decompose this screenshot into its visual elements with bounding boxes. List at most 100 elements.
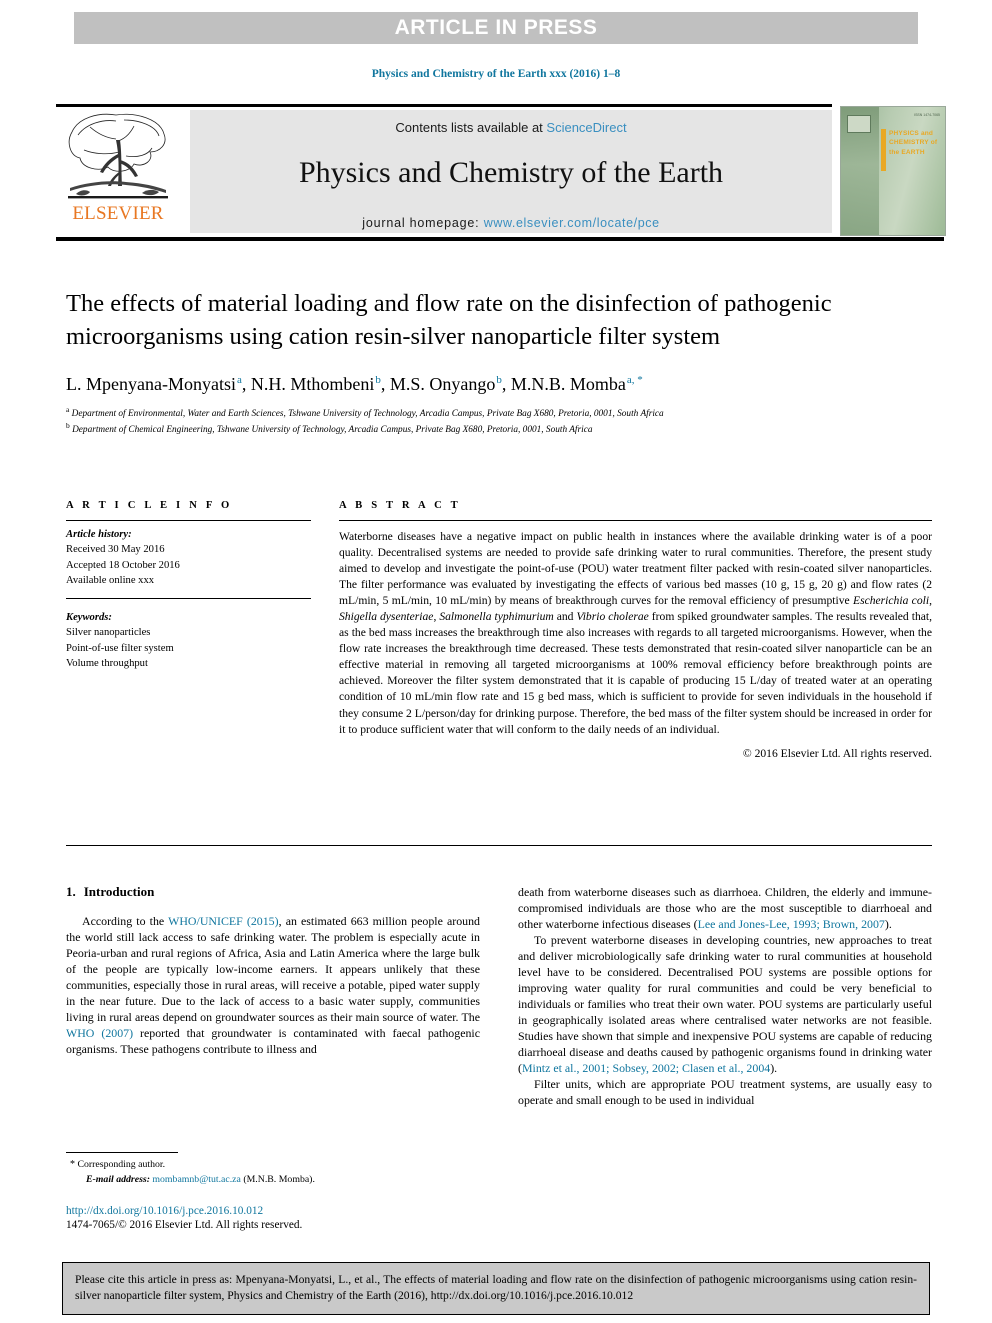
author-affil-mark: a, * [626, 374, 643, 387]
corresponding-author-email-link[interactable]: mombamnb@tut.ac.za [152, 1174, 240, 1185]
abstract-copyright: © 2016 Elsevier Ltd. All rights reserved… [742, 746, 932, 760]
author-name: M.N.B. Momba [510, 374, 626, 395]
author-affil-mark: b [375, 374, 381, 387]
author-affil-mark: a [236, 374, 242, 387]
keywords-label: Keywords: [66, 612, 112, 623]
introduction-number: 1. [66, 884, 76, 899]
abstract-part-2: from spiked groundwater samples. The res… [339, 610, 933, 736]
column-gap [311, 500, 339, 760]
footnote-rule [66, 1152, 178, 1153]
footnote-corresponding-line: * Corresponding author. [66, 1158, 480, 1173]
elsevier-tree-icon [68, 113, 168, 199]
affiliation-text: Department of Environmental, Water and E… [71, 408, 664, 419]
article-history-item: Accepted 18 October 2016 [66, 559, 180, 571]
elsevier-wordmark: ELSEVIER [72, 203, 164, 224]
body-column-left: 1. Introduction According to the WHO/UNIC… [66, 884, 480, 1108]
journal-cover-thumbnail: ISSN 1474-7065 PHYSICS and CHEMISTRY of … [840, 106, 946, 236]
affiliation-a: a Department of Environmental, Water and… [66, 405, 932, 421]
section-divider-rule [66, 845, 932, 846]
article-in-press-banner: ARTICLE IN PRESS [74, 12, 918, 44]
title-block: The effects of material loading and flow… [66, 288, 932, 437]
intro-paragraph-right-2: To prevent waterborne diseases in develo… [518, 932, 932, 1076]
body-columns: 1. Introduction According to the WHO/UNIC… [66, 884, 932, 1108]
citation-who-unicef-2015[interactable]: WHO/UNICEF (2015) [168, 914, 278, 928]
cover-accent-bar [881, 129, 886, 171]
intro-right-2-b: ). [770, 1061, 778, 1075]
citation-who-2007[interactable]: WHO (2007) [66, 1026, 133, 1040]
contents-prefix: Contents lists available at [395, 120, 547, 135]
intro-right-1-b: ). [884, 917, 892, 931]
article-page: ARTICLE IN PRESS Physics and Chemistry o… [0, 0, 992, 1323]
article-history-block: Article history: Received 30 May 2016 Ac… [66, 521, 311, 588]
intro-paragraph-left: According to the WHO/UNICEF (2015), an e… [66, 913, 480, 1057]
intro-left-part-a: According to the [82, 914, 169, 928]
author-name: N.H. Mthombeni [250, 374, 375, 395]
running-head: Physics and Chemistry of the Earth xxx (… [371, 68, 621, 80]
author-list: L. Mpenyana-Monyatsia, N.H. Mthombenib, … [66, 374, 643, 395]
elsevier-logo: ELSEVIER [58, 110, 178, 230]
footnote-email-line: E-mail address: mombamnb@tut.ac.za (M.N.… [66, 1173, 480, 1187]
affiliation-mark: b [66, 420, 70, 430]
cite-this-article-box: Please cite this article in press as: Mp… [62, 1262, 930, 1315]
intro-right-2-a: To prevent waterborne diseases in develo… [518, 933, 932, 1075]
journal-masthead: ELSEVIER Contents lists available at Sci… [56, 104, 946, 241]
keyword-item: Point-of-use filter system [66, 642, 174, 654]
body-column-right: death from waterborne diseases such as d… [518, 884, 932, 1108]
abstract-sep-1: , [929, 594, 932, 608]
masthead-bottom-rule [56, 237, 944, 241]
email-owner: (M.N.B. Momba). [243, 1173, 315, 1185]
body-column-gap [480, 884, 518, 1108]
introduction-heading-label: Introduction [83, 884, 155, 899]
doi-block: http://dx.doi.org/10.1016/j.pce.2016.10.… [66, 1205, 526, 1231]
abstract-sep-3: and [553, 610, 577, 624]
abstract-heading: A B S T R A C T [339, 500, 461, 511]
keywords-block: Keywords: Silver nanoparticles Point-of-… [66, 604, 311, 671]
homepage-prefix: journal homepage: [362, 216, 484, 230]
contents-banner: Contents lists available at ScienceDirec… [190, 110, 832, 233]
keyword-item: Silver nanoparticles [66, 627, 151, 639]
abstract-column: A B S T R A C T Waterborne diseases have… [339, 500, 932, 760]
author-name: M.S. Onyango [389, 374, 496, 395]
sciencedirect-link[interactable]: ScienceDirect [546, 120, 626, 135]
footnote-corresponding-label: Corresponding author. [77, 1159, 166, 1170]
affiliation-mark: a [66, 404, 70, 414]
species-vibrio-cholerae: Vibrio cholerae [576, 610, 649, 624]
affiliation-text: Department of Chemical Engineering, Tshw… [72, 424, 593, 435]
citation-mintz-sobsey-clasen[interactable]: Mintz et al., 2001; Sobsey, 2002; Clasen… [522, 1061, 770, 1075]
species-shigella-dysenteriae: Shigella dysenteriae [339, 610, 434, 624]
article-info-column: A R T I C L E I N F O Article history: R… [66, 500, 311, 760]
abstract-text: Waterborne diseases have a negative impa… [339, 521, 932, 738]
info-abstract-region: A R T I C L E I N F O Article history: R… [66, 500, 932, 760]
author-name: L. Mpenyana-Monyatsi [66, 374, 236, 395]
article-history-label: Article history: [66, 529, 132, 540]
corresponding-author-footnote: * Corresponding author. E-mail address: … [66, 1152, 480, 1187]
article-history-item: Received 30 May 2016 [66, 544, 165, 556]
introduction-heading: 1. Introduction [66, 884, 480, 900]
citation-lee-jones-lee-brown[interactable]: Lee and Jones-Lee, 1993; Brown, 2007 [698, 917, 885, 931]
species-salmonella-typhimurium: Salmonella typhimurium [439, 610, 554, 624]
page-title: The effects of material loading and flow… [66, 290, 832, 350]
cover-title: PHYSICS and CHEMISTRY of the EARTH [889, 130, 938, 156]
cover-badge-icon [847, 115, 871, 133]
footnote-star-mark: * [70, 1159, 75, 1170]
contents-line: Contents lists available at ScienceDirec… [190, 110, 832, 135]
species-escherichia-coli: Escherichia coli [852, 594, 930, 608]
author-affil-mark: b [496, 374, 502, 387]
journal-homepage-line: journal homepage: www.elsevier.com/locat… [190, 190, 832, 230]
intro-paragraph-right-3: Filter units, which are appropriate POU … [518, 1077, 932, 1107]
email-label: E-mail address: [86, 1173, 150, 1185]
article-in-press-label: ARTICLE IN PRESS [394, 16, 598, 39]
intro-paragraph-right-1: death from waterborne diseases such as d… [518, 884, 932, 932]
abstract-part-1: Waterborne diseases have a negative impa… [339, 530, 932, 608]
doi-link[interactable]: http://dx.doi.org/10.1016/j.pce.2016.10.… [66, 1205, 526, 1217]
article-history-item: Available online xxx [66, 574, 155, 586]
issn-copyright-line: 1474-7065/© 2016 Elsevier Ltd. All right… [66, 1219, 303, 1231]
keyword-item: Volume throughput [66, 657, 148, 669]
journal-title: Physics and Chemistry of the Earth [298, 156, 724, 189]
cite-this-article-text: Please cite this article in press as: Mp… [75, 1273, 917, 1302]
cover-corner-text: ISSN 1474-7065 [914, 113, 940, 117]
masthead-top-rule [56, 104, 832, 107]
journal-homepage-link[interactable]: www.elsevier.com/locate/pce [484, 216, 660, 230]
intro-left-part-b: , an estimated 663 million people around… [66, 914, 480, 1024]
affiliation-b: b Department of Chemical Engineering, Ts… [66, 421, 932, 437]
